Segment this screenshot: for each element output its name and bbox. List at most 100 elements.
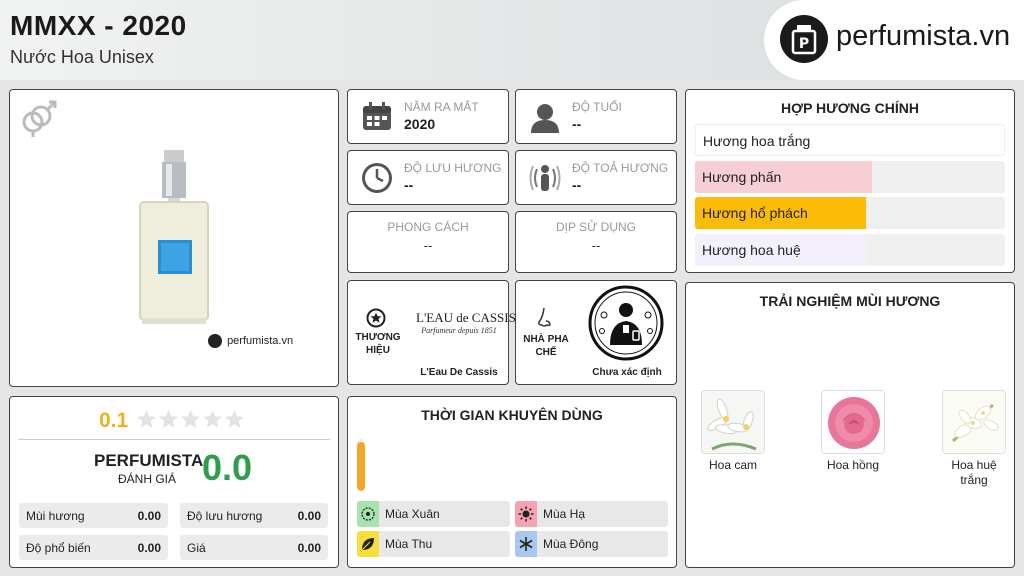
clock-icon xyxy=(360,161,394,195)
star-badge-icon xyxy=(366,308,386,333)
season-label: Mùa Hạ xyxy=(543,507,586,521)
occasion-value: -- xyxy=(591,238,601,253)
brand-logo: L'EAU de CASSIS Parfumeur depuis 1851 xyxy=(416,283,516,359)
season-summer: Mùa Hạ xyxy=(515,501,668,527)
logo-text: perfumista.vn xyxy=(836,20,1011,52)
main-accords-card: HỢP HƯƠNG CHÍNH Hương hoa trắng Hương phấ… xyxy=(685,89,1015,273)
perfume-bottle-image xyxy=(138,150,210,326)
person-icon xyxy=(528,100,562,134)
year-card: NĂM RA MẮT 2020 xyxy=(347,89,509,144)
calendar-icon xyxy=(360,100,394,134)
season-winter: Mùa Đông xyxy=(515,531,668,557)
style-label: PHONG CÁCH xyxy=(387,220,469,234)
longevity-label: ĐỘ LƯU HƯƠNG xyxy=(404,161,502,175)
watermark: perfumista.vn xyxy=(208,334,293,348)
bottle-watermark-icon xyxy=(208,334,222,348)
day-time-bar xyxy=(357,441,365,491)
sillage-value: -- xyxy=(572,177,582,193)
rating-label: Mùi hương xyxy=(26,509,85,523)
sillage-label: ĐỘ TOẢ HƯƠNG xyxy=(572,161,669,175)
season-spring: Mùa Xuân xyxy=(357,501,510,527)
usage-title: THỜI GIAN KHUYÊN DÙNG xyxy=(421,407,603,423)
snowflake-icon xyxy=(519,537,533,551)
scent-experience-card: TRẢI NGHIỆM MÙI HƯƠNG Hoa cam Hoa hồng H… xyxy=(685,282,1015,568)
accord-row: Hương hoa huệ xyxy=(695,233,1005,266)
perfume-bottle-logo-icon: P xyxy=(780,15,828,63)
note-rose[interactable]: Hoa hồng xyxy=(803,390,903,500)
year-label: NĂM RA MẮT xyxy=(404,100,479,114)
page-header: MMXX - 2020 Nước Hoa Unisex P perfumista… xyxy=(0,0,1024,80)
style-value: -- xyxy=(423,238,433,253)
star-icon[interactable] xyxy=(136,409,157,430)
longevity-value: -- xyxy=(404,177,414,193)
rating-popularity: Độ phổ biến 0.00 xyxy=(19,535,168,560)
spring-flower-icon xyxy=(361,507,375,521)
experience-title: TRẢI NGHIỆM MÙI HƯƠNG xyxy=(759,293,941,309)
user-score: 0.1 xyxy=(99,409,129,432)
year-value: 2020 xyxy=(404,116,436,132)
rating-label: Độ lưu hương xyxy=(187,509,263,523)
accord-label: Hương hoa huệ xyxy=(702,241,801,258)
rating-price: Giá 0.00 xyxy=(180,535,328,560)
day-time-track xyxy=(357,439,365,491)
accord-row: Hương phấn xyxy=(695,160,1005,193)
brand-name[interactable]: L'Eau De Cassis xyxy=(408,367,510,378)
radiating-person-icon xyxy=(528,161,562,195)
accord-row: Hương hoa trắng xyxy=(695,124,1005,156)
note-orange-blossom[interactable]: Hoa cam xyxy=(683,390,783,500)
rose-image xyxy=(821,390,885,454)
age-card: ĐỘ TUỔI -- xyxy=(515,89,677,144)
perfumista-score: 0.0 xyxy=(202,447,253,488)
brand-section-label: THƯƠNG HIỆU xyxy=(355,332,401,356)
accord-row: Hương hổ phách xyxy=(695,197,1005,229)
svg-text:P: P xyxy=(799,36,809,52)
occasion-label: DỊP SỬ DỤNG xyxy=(555,220,637,234)
age-label: ĐỘ TUỔI xyxy=(572,100,622,114)
perfumista-label: PERFUMISTA xyxy=(94,451,204,470)
rating-divider xyxy=(18,439,330,440)
note-label: Hoa cam xyxy=(708,458,758,472)
rating-longevity: Độ lưu hương 0.00 xyxy=(180,503,328,528)
sillage-card: ĐỘ TOẢ HƯƠNG -- xyxy=(515,150,677,205)
star-icon[interactable] xyxy=(202,409,223,430)
season-label: Mùa Xuân xyxy=(385,507,440,521)
star-rating[interactable] xyxy=(136,409,246,435)
brand-card[interactable]: THƯƠNG HIỆU L'EAU de CASSIS Parfumeur de… xyxy=(347,280,516,385)
note-label: Hoa huệ trắng xyxy=(951,458,997,487)
recommended-time-card: THỜI GIAN KHUYÊN DÙNG Mùa Xuân Mùa Hạ Mù… xyxy=(347,396,677,568)
nose-icon xyxy=(536,307,556,334)
site-logo[interactable]: P perfumista.vn xyxy=(764,0,1024,80)
star-icon[interactable] xyxy=(158,409,179,430)
star-icon[interactable] xyxy=(180,409,201,430)
occasion-card: DỊP SỬ DỤNG -- xyxy=(515,211,677,273)
watermark-text: perfumista.vn xyxy=(227,335,294,347)
leaf-icon xyxy=(361,538,374,551)
perfume-title: MMXX - 2020 xyxy=(10,10,187,41)
perfume-subtitle: Nước Hoa Unisex xyxy=(10,47,154,67)
season-label: Mùa Thu xyxy=(385,537,433,551)
season-autumn: Mùa Thu xyxy=(357,531,510,557)
brand-logo-line2: Parfumeur depuis 1851 xyxy=(421,326,497,335)
star-icon[interactable] xyxy=(224,409,245,430)
unisex-gender-icon xyxy=(18,98,58,143)
note-label: Hoa hồng xyxy=(826,458,880,472)
perfumer-portrait-icon xyxy=(588,285,664,361)
rating-label: Giá xyxy=(187,541,206,555)
note-tuberose[interactable]: Hoa huệ trắng xyxy=(924,390,1024,500)
rating-card: 0.1 PERFUMISTA ĐÁNH GIÁ 0.0 Mùi hương 0.… xyxy=(9,396,339,568)
perfumer-name[interactable]: Chưa xác định xyxy=(576,367,678,378)
rating-value: 0.00 xyxy=(297,509,321,523)
accord-label: Hương hổ phách xyxy=(702,205,808,221)
perfumer-card[interactable]: NHÀ PHA CHẾ Chưa xác định xyxy=(515,280,677,385)
orange-blossom-image xyxy=(701,390,765,454)
accords-title: HỢP HƯƠNG CHÍNH xyxy=(781,100,919,116)
rating-sub-label: ĐÁNH GIÁ xyxy=(118,472,177,486)
longevity-card: ĐỘ LƯU HƯƠNG -- xyxy=(347,150,509,205)
style-card: PHONG CÁCH -- xyxy=(347,211,509,273)
perfumer-section-label: NHÀ PHA CHẾ xyxy=(523,334,569,358)
sun-icon xyxy=(518,506,534,522)
product-image-card: perfumista.vn xyxy=(9,89,339,387)
tuberose-image xyxy=(942,390,1006,454)
rating-label: Độ phổ biến xyxy=(26,541,91,555)
rating-value: 0.00 xyxy=(137,509,161,523)
